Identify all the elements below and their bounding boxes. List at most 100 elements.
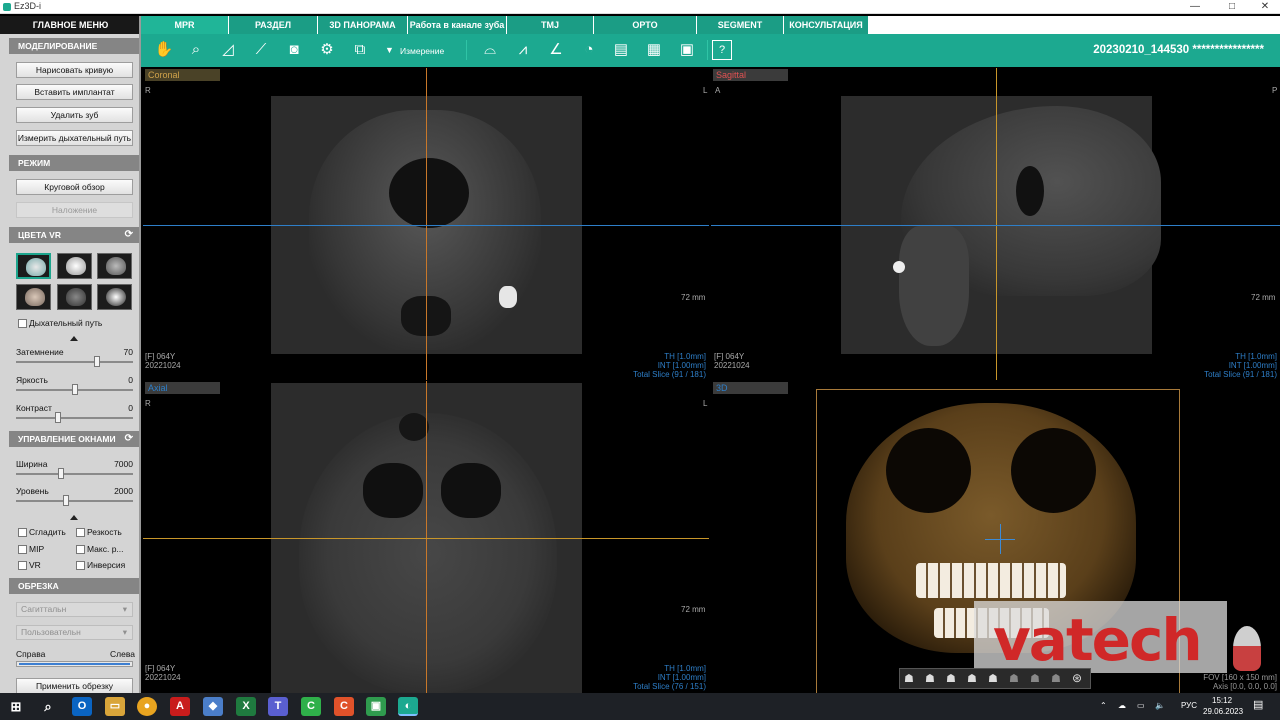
skull-bottom-icon[interactable]: ☗ — [988, 672, 998, 685]
acrobat-icon[interactable]: A — [170, 697, 190, 716]
level-slider[interactable] — [16, 495, 133, 506]
smooth-checkbox[interactable]: Сгладить — [18, 527, 66, 537]
skull-top-icon[interactable]: ☗ — [967, 672, 977, 685]
reset-view-icon[interactable]: ⊛ — [1072, 671, 1082, 685]
tab-mpr[interactable]: MPR — [141, 16, 229, 34]
collapse-arrow-icon[interactable] — [70, 336, 78, 341]
viewer-app-icon[interactable]: ▣ — [366, 697, 386, 716]
close-button[interactable]: ✕ — [1248, 0, 1280, 14]
width-slider[interactable] — [16, 468, 133, 479]
chrome-icon[interactable]: ● — [137, 697, 157, 716]
clock-date[interactable]: 29.06.2023 — [1203, 707, 1243, 716]
skull-left-icon[interactable]: ☗ — [925, 672, 935, 685]
slider-handle[interactable] — [71, 384, 78, 395]
collapse-arrow-icon[interactable] — [70, 515, 78, 520]
main-menu-header[interactable]: ГЛАВНОЕ МЕНЮ — [0, 16, 139, 34]
refresh-icon[interactable]: ⟳ — [125, 431, 133, 447]
search-icon[interactable]: ⌕ — [38, 697, 58, 716]
remove-tooth-button[interactable]: Удалить зуб — [16, 107, 133, 123]
slider-handle[interactable] — [62, 495, 69, 506]
coronal-crosshair-vertical[interactable] — [426, 68, 427, 380]
green-app-icon[interactable]: C — [301, 697, 321, 716]
slider-handle[interactable] — [54, 412, 61, 423]
vr-colors-section-header[interactable]: ЦВЕТА VR ⟳ — [9, 227, 139, 243]
mode-section-header[interactable]: РЕЖИМ — [9, 155, 139, 171]
crop-mode-dropdown[interactable]: Пользовательн — [16, 625, 133, 640]
vr-preset-5[interactable] — [57, 284, 92, 310]
tab-consultation[interactable]: КОНСУЛЬТАЦИЯ — [784, 16, 869, 34]
box-icon[interactable]: ▣ — [677, 40, 697, 60]
cloud-icon[interactable]: ☁ — [1118, 701, 1126, 710]
pan-hand-icon[interactable]: ✋ — [154, 40, 174, 60]
maximize-button[interactable]: □ — [1215, 0, 1249, 14]
measure-dropdown[interactable]: Измерение — [400, 46, 444, 56]
angle-icon[interactable]: ◿ — [218, 40, 238, 60]
coronal-viewport[interactable]: Coronal R L 72 mm [F] 064Y 20221024 TH [… — [143, 68, 709, 380]
slider-handle[interactable] — [58, 468, 65, 479]
tab-ortho[interactable]: ОРТО — [594, 16, 697, 34]
polyline-icon[interactable]: ⟋ — [251, 40, 271, 60]
excel-icon[interactable]: X — [236, 697, 256, 716]
minimize-button[interactable]: — — [1178, 0, 1212, 14]
tab-root-canal[interactable]: Работа в канале зуба — [408, 16, 507, 34]
skull-right-icon[interactable]: ☗ — [946, 672, 956, 685]
coronal-crosshair-horizontal[interactable] — [143, 225, 709, 226]
vr-preset-2[interactable] — [57, 253, 92, 279]
volume-icon[interactable]: 🔈 — [1155, 701, 1165, 710]
airway-checkbox[interactable]: Дыхательный путь — [18, 318, 102, 328]
grid-icon[interactable]: ▦ — [644, 40, 664, 60]
tab-segment[interactable]: SEGMENT — [697, 16, 784, 34]
window-control-section-header[interactable]: УПРАВЛЕНИЕ ОКНАМИ ⟳ — [9, 431, 139, 447]
circular-view-button[interactable]: Круговой обзор — [16, 179, 133, 195]
app-icon[interactable]: ◆ — [203, 697, 223, 716]
network-icon[interactable]: ▭ — [1137, 701, 1145, 710]
windows-start-icon[interactable]: ⊞ — [6, 697, 26, 716]
vr-checkbox[interactable]: VR — [18, 560, 41, 570]
notifications-icon[interactable]: ▤ — [1253, 698, 1263, 711]
clock-time[interactable]: 15:12 — [1212, 696, 1232, 705]
export-icon[interactable]: ⧉ — [350, 40, 370, 60]
crop-range-slider[interactable] — [16, 661, 133, 667]
help-icon[interactable]: ? — [712, 40, 732, 60]
axial-viewport[interactable]: Axial R L 72 mm [F] 064Y 20221024 TH [1.… — [143, 381, 709, 693]
skull-back-icon[interactable]: ☗ — [1009, 672, 1019, 685]
vr-preset-3[interactable] — [97, 253, 132, 279]
vr-preset-6[interactable] — [97, 284, 132, 310]
slider-handle[interactable] — [93, 356, 100, 367]
ruler-arc-icon[interactable]: ⌓ — [480, 40, 500, 60]
axial-crosshair-horizontal[interactable] — [143, 538, 709, 539]
layout-icon[interactable]: ▤ — [611, 40, 631, 60]
crop-plane-dropdown[interactable]: Сагиттальн — [16, 602, 133, 617]
sagittal-crosshair-horizontal[interactable] — [711, 225, 1280, 226]
arch-measure-icon[interactable]: ⩘ — [513, 40, 533, 60]
skull-iso-icon[interactable]: ☗ — [1051, 672, 1061, 685]
outlook-icon[interactable]: O — [72, 697, 92, 716]
teams-icon[interactable]: T — [268, 697, 288, 716]
axial-crosshair-vertical[interactable] — [426, 381, 427, 693]
ez3d-taskbar-icon[interactable]: ◐ — [398, 697, 418, 716]
camera-icon[interactable]: ◙ — [284, 40, 304, 60]
invert-checkbox[interactable]: Инверсия — [76, 560, 125, 570]
3d-viewport[interactable]: 3D vatech ☗ ☗ ☗ ☗ ☗ ☗ ☗ ☗ ⊛ FOV [160 x 1… — [711, 381, 1280, 693]
tab-3d-panorama[interactable]: 3D ПАНОРАМА — [318, 16, 408, 34]
max-checkbox[interactable]: Макс. р... — [76, 544, 124, 554]
measure-airway-button[interactable]: Измерить дыхательный путь — [16, 130, 133, 146]
sagittal-crosshair-vertical[interactable] — [996, 68, 997, 380]
file-explorer-icon[interactable]: ▭ — [105, 697, 125, 716]
tab-section[interactable]: РАЗДЕЛ — [229, 16, 318, 34]
skull-front-icon[interactable]: ☗ — [904, 672, 914, 685]
capture-settings-icon[interactable]: ⚙ — [317, 40, 337, 60]
vr-preset-4[interactable] — [16, 284, 51, 310]
refresh-icon[interactable]: ⟳ — [125, 227, 133, 243]
modeling-section-header[interactable]: МОДЕЛИРОВАНИЕ — [9, 38, 139, 54]
draw-curve-button[interactable]: Нарисовать кривую — [16, 62, 133, 78]
sagittal-viewport[interactable]: Sagittal A P 72 mm [F] 064Y 20221024 TH … — [711, 68, 1280, 380]
rotate-icon[interactable]: ◔ — [579, 40, 599, 60]
measure-dropdown-arrow-icon[interactable]: ▼ — [385, 45, 394, 55]
orange-app-icon[interactable]: C — [334, 697, 354, 716]
brightness-slider[interactable] — [16, 384, 133, 395]
contrast-slider[interactable] — [16, 412, 133, 423]
apply-crop-button[interactable]: Применить обрезку — [16, 678, 133, 693]
angle-measure-icon[interactable]: ∠ — [546, 40, 566, 60]
zoom-icon[interactable]: ⌕ — [186, 40, 206, 60]
